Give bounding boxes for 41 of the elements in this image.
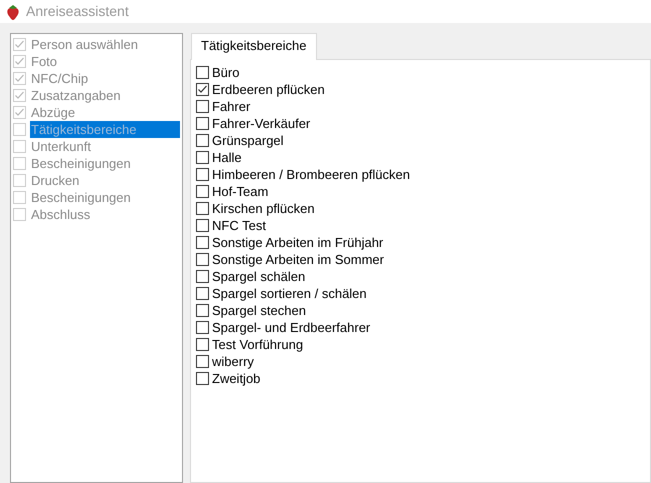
activity-label: Spargel stechen <box>212 302 306 319</box>
checkbox[interactable] <box>196 202 209 215</box>
activity-label: Fahrer-Verkäufer <box>212 115 310 132</box>
checkbox[interactable] <box>196 134 209 147</box>
checkbox[interactable] <box>196 355 209 368</box>
activity-label: Spargel sortieren / schälen <box>212 285 367 302</box>
checkbox[interactable] <box>196 287 209 300</box>
checkbox[interactable] <box>196 372 209 385</box>
activity-label: Hof-Team <box>212 183 268 200</box>
activity-label: Halle <box>212 149 242 166</box>
checkbox[interactable] <box>196 321 209 334</box>
activity-label: Spargel- und Erdbeerfahrer <box>212 319 370 336</box>
activity-label: Fahrer <box>212 98 250 115</box>
activity-label: Büro <box>212 64 240 81</box>
activity-label: wiberry <box>212 353 254 370</box>
checkbox[interactable] <box>196 66 209 79</box>
activity-label: Kirschen pflücken <box>212 200 315 217</box>
checkbox[interactable] <box>196 151 209 164</box>
checkbox[interactable] <box>196 253 209 266</box>
checkbox[interactable] <box>196 236 209 249</box>
activity-label: Sonstige Arbeiten im Sommer <box>212 251 384 268</box>
checkbox[interactable] <box>196 83 209 96</box>
checkbox[interactable] <box>196 100 209 113</box>
tab[interactable]: Tätigkeitsbereiche <box>191 33 316 60</box>
window-title: Anreiseassistent <box>26 2 129 21</box>
activity-label: Spargel schälen <box>212 268 306 285</box>
checkbox[interactable] <box>196 117 209 130</box>
checkbox[interactable] <box>196 219 209 232</box>
activity-label: Grünspargel <box>212 132 284 149</box>
activity-label: Himbeeren / Brombeeren pflücken <box>212 166 410 183</box>
activity-label: Zweitjob <box>212 370 260 387</box>
activity-label: Sonstige Arbeiten im Frühjahr <box>212 234 384 251</box>
activity-label: Erdbeeren pflücken <box>212 81 325 98</box>
checkbox[interactable] <box>196 338 209 351</box>
checkbox[interactable] <box>196 304 209 317</box>
strawberry-icon <box>6 4 20 20</box>
activity-label: Test Vorführung <box>212 336 304 353</box>
checkbox[interactable] <box>196 185 209 198</box>
activity-label: NFC Test <box>212 217 266 234</box>
checkbox[interactable] <box>196 168 209 181</box>
checkbox[interactable] <box>196 270 209 283</box>
